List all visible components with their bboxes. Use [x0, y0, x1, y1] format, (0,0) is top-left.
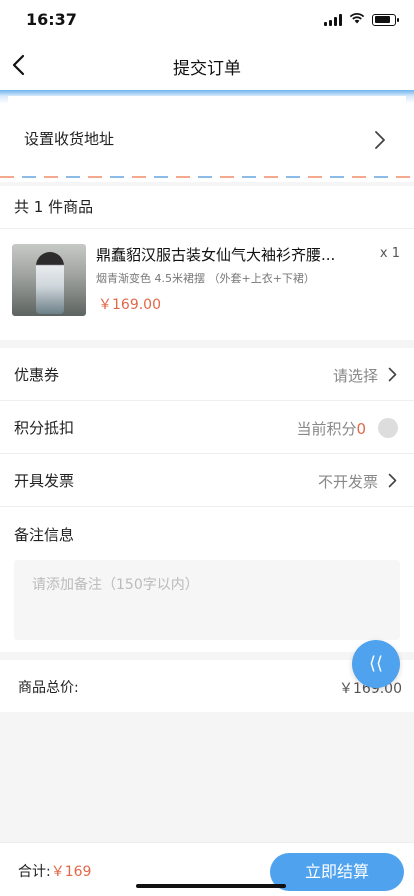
invoice-row[interactable]: 开具发票 不开发票 — [0, 454, 414, 507]
points-toggle[interactable] — [378, 418, 398, 438]
status-icons — [324, 12, 399, 27]
product-quantity: x 1 — [379, 246, 400, 261]
chevron-right-icon — [375, 131, 385, 149]
coupon-label: 优惠券 — [14, 366, 60, 384]
product-price: ￥169.00 — [98, 297, 161, 313]
address-section[interactable]: 设置收货地址 — [0, 90, 414, 182]
battery-icon — [372, 13, 399, 26]
remark-label: 备注信息 — [14, 526, 75, 544]
signal-icon — [324, 13, 342, 26]
wifi-icon — [349, 12, 365, 27]
status-time: 16:37 — [26, 10, 77, 29]
goods-section: 共 1 件商品 鼎蠢貂汉服古装女仙气大袖衫齐腰... x 1 烟青渐变色 4.5… — [0, 186, 414, 340]
invoice-value: 不开发票 — [317, 473, 378, 491]
home-indicator — [136, 884, 286, 888]
total-label: 商品总价: — [18, 680, 79, 696]
points-row: 积分抵扣 当前积分0 — [0, 401, 414, 454]
points-number: 0 — [356, 420, 366, 438]
chevron-right-icon — [388, 473, 397, 488]
order-options: 优惠券 请选择 积分抵扣 当前积分0 开具发票 不开发票 备注信息 — [0, 348, 414, 652]
bottom-bar: 合计:￥169 立即结算 — [0, 842, 414, 896]
invoice-label: 开具发票 — [14, 472, 75, 490]
points-value: 当前积分0 — [296, 418, 366, 439]
coupon-row[interactable]: 优惠券 请选择 — [0, 348, 414, 401]
product-image[interactable] — [12, 244, 86, 316]
address-card[interactable]: 设置收货地址 — [8, 96, 406, 182]
sum-text: 合计:￥169 — [18, 861, 91, 881]
remark-input[interactable] — [14, 560, 400, 640]
address-stripe — [0, 176, 414, 178]
address-label: 设置收货地址 — [24, 130, 115, 148]
divider — [0, 228, 414, 229]
remark-box — [14, 560, 400, 640]
product-name[interactable]: 鼎蠢貂汉服古装女仙气大袖衫齐腰... — [96, 244, 346, 265]
product-spec: 烟青渐变色 4.5米裙摆 （外套+上衣+下裙） — [96, 272, 315, 285]
sum-label: 合计: — [18, 864, 51, 880]
status-bar: 16:37 — [0, 0, 414, 40]
points-prefix: 当前积分 — [296, 420, 357, 438]
nav-bar: 提交订单 — [0, 40, 414, 90]
collapse-arrow-icon[interactable]: ⟨⟨ — [352, 640, 400, 688]
goods-count: 共 1 件商品 — [14, 198, 94, 216]
page-title: 提交订单 — [173, 59, 241, 79]
sum-amount: ￥169 — [50, 864, 92, 880]
coupon-value: 请选择 — [332, 367, 378, 385]
points-label: 积分抵扣 — [14, 419, 75, 437]
submit-button[interactable]: 立即结算 — [270, 853, 404, 891]
chevron-right-icon — [388, 367, 397, 382]
